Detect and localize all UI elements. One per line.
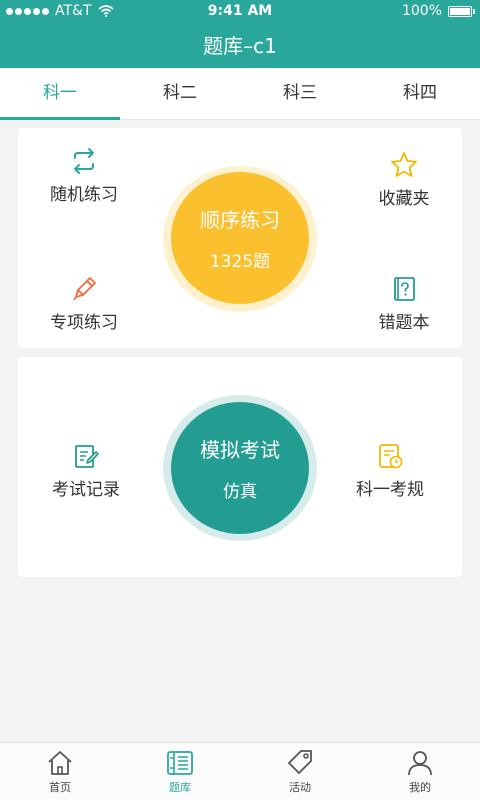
wrong-questions-button[interactable]: 错题本 (344, 274, 464, 333)
sequential-practice-count: 1325题 (209, 252, 271, 272)
user-icon (408, 751, 432, 776)
exam-rules-label: 科一考规 (356, 480, 424, 500)
star-icon (391, 152, 417, 177)
bottom-nav: 首页 题库 活动 我的 (0, 742, 480, 800)
practice-card: 随机练习 收藏夹 专项练习 错题本 顺序练习 1325题 (18, 128, 462, 348)
exam-records-button[interactable]: 考试记录 (26, 441, 146, 500)
mock-exam-subtitle: 仿真 (223, 482, 257, 502)
tab-ke4[interactable]: 科四 (360, 68, 480, 119)
question-bank-icon (167, 751, 193, 775)
nav-question-bank[interactable]: 题库 (120, 743, 240, 800)
sequential-practice-button[interactable]: 顺序练习 1325题 (171, 172, 309, 304)
favorites-label: 收藏夹 (378, 189, 430, 209)
battery-icon (448, 5, 475, 17)
nav-home[interactable]: 首页 (0, 743, 120, 800)
special-practice-label: 专项练习 (50, 313, 118, 333)
special-practice-button[interactable]: 专项练习 (24, 274, 144, 333)
exam-card: 考试记录 科一考规 模拟考试 仿真 (18, 357, 462, 577)
question-book-icon (394, 277, 415, 301)
random-practice-label: 随机练习 (50, 185, 118, 205)
exam-rules-button[interactable]: 科一考规 (330, 441, 450, 500)
shuffle-icon (74, 148, 94, 174)
random-practice-button[interactable]: 随机练习 (24, 146, 144, 205)
nav-activities[interactable]: 活动 (240, 743, 360, 800)
rules-clock-icon (379, 444, 403, 469)
nav-question-bank-label: 题库 (169, 781, 191, 794)
pencil-icon (73, 277, 96, 301)
nav-profile[interactable]: 我的 (360, 743, 480, 800)
sequential-practice-title: 顺序练习 (200, 208, 280, 232)
tab-ke3[interactable]: 科三 (240, 68, 360, 119)
exam-records-label: 考试记录 (52, 480, 120, 500)
page-title: 题库–c1 (203, 34, 277, 58)
battery-percent: 100% (401, 3, 442, 19)
mock-exam-title: 模拟考试 (200, 438, 280, 462)
wrong-questions-label: 错题本 (378, 313, 430, 333)
tab-ke2[interactable]: 科二 (120, 68, 240, 119)
nav-home-label: 首页 (49, 781, 71, 794)
status-right: 100% (401, 3, 475, 19)
top-bar: AT&T 9:41 AM 100% 题库–c1 (0, 0, 480, 68)
home-icon (48, 751, 72, 775)
tab-ke1[interactable]: 科一 (0, 68, 120, 120)
status-bar: AT&T 9:41 AM 100% (0, 0, 480, 22)
subject-tabs: 科一 科二 科三 科四 (0, 68, 480, 120)
nav-activities-label: 活动 (289, 781, 311, 794)
mock-exam-button[interactable]: 模拟考试 仿真 (171, 402, 309, 534)
edit-note-icon (75, 445, 99, 468)
tag-icon (288, 750, 312, 774)
nav-profile-label: 我的 (409, 781, 431, 794)
favorites-button[interactable]: 收藏夹 (344, 150, 464, 209)
